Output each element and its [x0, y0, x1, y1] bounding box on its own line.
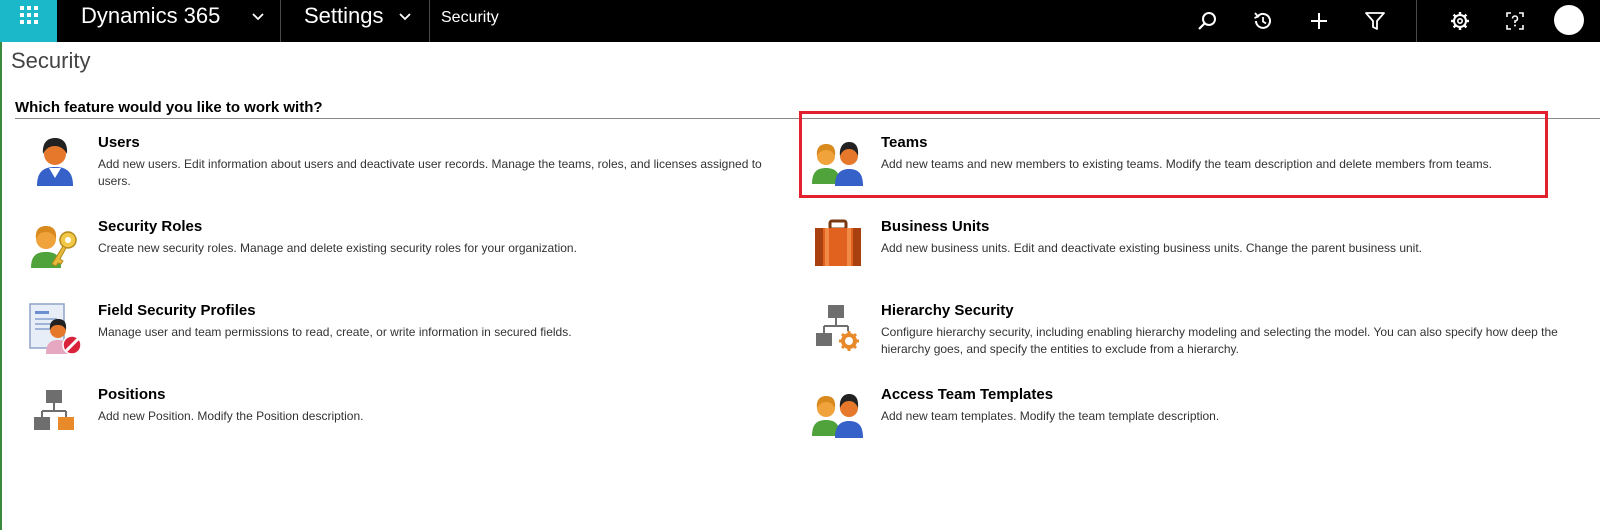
search-icon[interactable]	[1192, 6, 1222, 36]
app-name: Dynamics 365	[81, 3, 221, 28]
area-name: Settings	[304, 3, 384, 28]
feature-title[interactable]: Positions	[98, 386, 166, 403]
hierarchy-security-icon	[811, 302, 865, 356]
feature-positions[interactable]: Positions Add new Position. Modify the P…	[28, 386, 788, 444]
feature-hierarchy-security[interactable]: Hierarchy Security Configure hierarchy s…	[811, 302, 1591, 360]
feature-title[interactable]: Users	[98, 134, 140, 151]
feature-title[interactable]: Access Team Templates	[881, 386, 1053, 403]
left-accent-edge	[0, 42, 2, 530]
feature-business-units[interactable]: Business Units Add new business units. E…	[811, 218, 1571, 276]
breadcrumb[interactable]: Security	[441, 9, 499, 27]
toolbar-divider	[1416, 0, 1417, 42]
chevron-down-icon	[251, 10, 265, 24]
feature-title[interactable]: Field Security Profiles	[98, 302, 256, 319]
filter-icon[interactable]	[1360, 6, 1390, 36]
security-role-key-icon	[28, 218, 82, 272]
field-security-profile-icon	[28, 302, 82, 356]
feature-title[interactable]: Hierarchy Security	[881, 302, 1014, 319]
help-icon[interactable]	[1500, 6, 1530, 36]
feature-description: Configure hierarchy security, including …	[881, 325, 1558, 356]
feature-security-roles[interactable]: Security Roles Create new security roles…	[28, 218, 788, 276]
user-avatar[interactable]	[1554, 5, 1584, 35]
user-icon	[28, 134, 82, 188]
feature-description: Manage user and team permissions to read…	[98, 325, 572, 339]
feature-access-team-templates[interactable]: Access Team Templates Add new team templ…	[811, 386, 1571, 444]
settings-icon[interactable]	[1445, 6, 1475, 36]
briefcase-icon	[811, 218, 865, 272]
feature-description: Add new users. Edit information about us…	[98, 157, 762, 188]
feature-title[interactable]: Security Roles	[98, 218, 202, 235]
add-icon[interactable]	[1304, 6, 1334, 36]
teams-highlight-box	[799, 111, 1548, 198]
recent-icon[interactable]	[1248, 6, 1278, 36]
app-switcher[interactable]: Dynamics 365	[57, 0, 281, 42]
waffle-icon	[20, 6, 38, 24]
top-navigation-bar: Dynamics 365 Settings Security	[0, 0, 1600, 42]
section-heading: Which feature would you like to work wit…	[15, 99, 323, 116]
app-launcher-button[interactable]	[0, 0, 57, 42]
feature-description: Add new team templates. Modify the team …	[881, 409, 1220, 423]
positions-hierarchy-icon	[28, 386, 82, 440]
feature-field-security-profiles[interactable]: Field Security Profiles Manage user and …	[28, 302, 788, 360]
feature-description: Add new business units. Edit and deactiv…	[881, 241, 1423, 255]
teams-icon	[811, 386, 865, 440]
page-title: Security	[11, 48, 91, 73]
area-switcher[interactable]: Settings	[281, 0, 430, 42]
feature-title[interactable]: Business Units	[881, 218, 989, 235]
feature-users[interactable]: Users Add new users. Edit information ab…	[28, 134, 788, 192]
feature-description: Create new security roles. Manage and de…	[98, 241, 577, 255]
chevron-down-icon	[398, 10, 412, 24]
feature-description: Add new Position. Modify the Position de…	[98, 409, 364, 423]
